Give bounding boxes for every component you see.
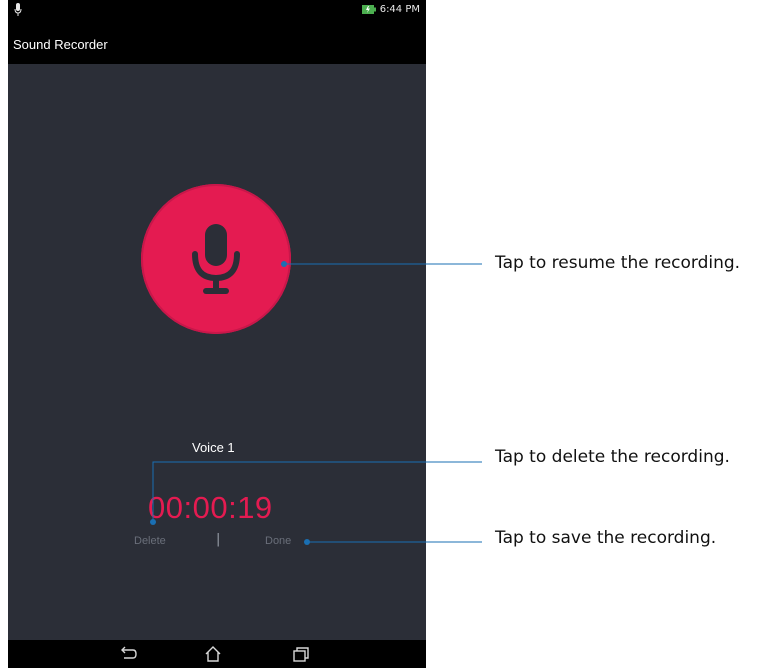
recents-icon[interactable] (292, 646, 310, 662)
status-bar: 6:44 PM (8, 0, 426, 22)
callout-save: Tap to save the recording. (495, 528, 717, 548)
phone-screen: 6:44 PM Sound Recorder Voice 1 00:00:19 … (8, 0, 426, 668)
navigation-bar (8, 640, 426, 668)
elapsed-timer: 00:00:19 (148, 490, 273, 525)
done-button[interactable]: Done (265, 535, 291, 547)
status-time: 6:44 PM (379, 4, 420, 15)
resume-record-button[interactable] (141, 184, 291, 334)
delete-button[interactable]: Delete (134, 535, 166, 547)
recording-name: Voice 1 (192, 440, 235, 455)
mic-icon (14, 3, 22, 20)
action-bar: Sound Recorder (8, 22, 426, 64)
status-indicators: 6:44 PM (361, 4, 420, 15)
callout-delete: Tap to delete the recording. (495, 447, 730, 467)
app-title: Sound Recorder (13, 37, 108, 52)
back-icon[interactable] (119, 646, 137, 662)
callout-resume: Tap to resume the recording. (495, 253, 741, 273)
button-separator: | (216, 532, 221, 547)
home-icon[interactable] (204, 646, 222, 662)
battery-charging-icon (361, 5, 376, 14)
microphone-icon (192, 224, 240, 294)
